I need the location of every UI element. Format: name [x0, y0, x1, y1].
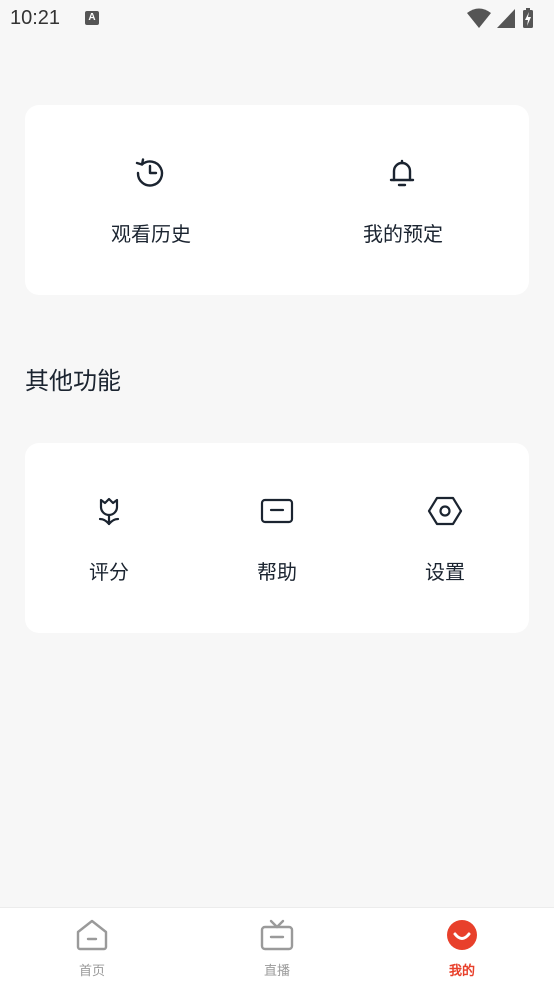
bottom-nav: 首页 直播 我的: [0, 907, 554, 985]
other-functions-title: 其他功能: [25, 367, 121, 395]
profile-smile-icon: [444, 918, 480, 952]
watch-history-label: 观看历史: [111, 222, 191, 246]
flower-icon: [91, 493, 127, 529]
bell-icon: [384, 155, 420, 191]
tv-icon: [259, 918, 295, 952]
wifi-icon: [467, 8, 491, 28]
history-clock-icon: [132, 155, 168, 191]
help-label: 帮助: [257, 560, 297, 584]
nav-live-label: 直播: [263, 964, 290, 979]
watch-history-entry[interactable]: 观看历史: [25, 105, 277, 295]
status-time: 10:21: [10, 7, 61, 29]
home-icon: [74, 918, 110, 952]
notification-a-icon: A: [85, 11, 99, 25]
my-reservations-entry[interactable]: 我的预定: [277, 105, 529, 295]
status-icons: [466, 7, 546, 29]
nav-home-label: 首页: [78, 964, 105, 979]
signal-icon: [497, 9, 515, 28]
other-functions-card: 评分 帮助 设置: [25, 443, 529, 633]
quick-actions-card: 观看历史 我的预定: [25, 105, 529, 295]
help-entry[interactable]: 帮助: [193, 443, 361, 633]
nav-mine-label: 我的: [448, 964, 475, 979]
rating-entry[interactable]: 评分: [25, 443, 193, 633]
rating-label: 评分: [89, 560, 129, 584]
settings-label: 设置: [425, 560, 465, 584]
status-bar: 10:21 A: [0, 0, 554, 38]
my-reservations-label: 我的预定: [363, 222, 443, 246]
battery-charging-icon: [523, 8, 533, 28]
nav-home[interactable]: 首页: [0, 908, 184, 985]
hexagon-settings-icon: [427, 493, 463, 529]
nav-live[interactable]: 直播: [185, 908, 369, 985]
nav-mine[interactable]: 我的: [370, 908, 554, 985]
message-box-icon: [259, 493, 295, 529]
settings-entry[interactable]: 设置: [361, 443, 529, 633]
